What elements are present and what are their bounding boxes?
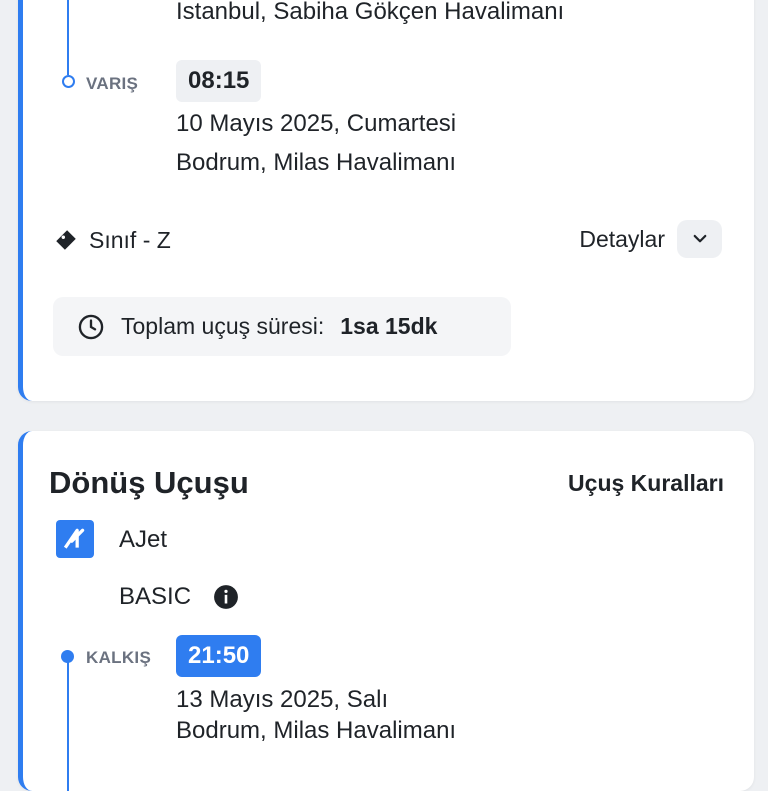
return-flight-title: Dönüş Uçuşu: [49, 465, 249, 500]
arrival-airport: Bodrum, Milas Havalimanı: [176, 149, 457, 176]
fare-type: BASIC: [119, 583, 239, 611]
return-flight-card: Dönüş Uçuşu Uçuş Kuralları AJet BASIC KA…: [18, 431, 754, 791]
flight-rules-link[interactable]: Uçuş Kuralları: [568, 470, 724, 497]
arrival-dot: [62, 75, 75, 88]
fare-type-label: BASIC: [119, 583, 192, 610]
departure-time: 21:50: [176, 635, 262, 677]
timeline-line: [67, 659, 69, 791]
arrival-time: 08:15: [176, 60, 262, 102]
timeline-line: [67, 0, 69, 75]
departure-label: KALKIŞ: [86, 648, 152, 667]
airline-name: AJet: [119, 526, 168, 553]
duration-value: 1sa 15dk: [340, 313, 438, 339]
details-toggle[interactable]: Detaylar: [579, 220, 722, 258]
info-icon[interactable]: [213, 584, 239, 610]
ajet-logo: [56, 520, 94, 558]
total-duration: Toplam uçuş süresi: 1sa 15dk: [53, 297, 511, 356]
departure-airport: İstanbul, Sabiha Gökçen Havalimanı: [176, 0, 565, 25]
fare-class-label: Sınıf - Z: [89, 226, 171, 253]
departure-airport: Bodrum, Milas Havalimanı: [176, 717, 457, 744]
details-label: Detaylar: [579, 225, 665, 252]
clock-icon: [77, 313, 105, 341]
arrival-date: 10 Mayıs 2025, Cumartesi: [176, 110, 457, 137]
arrival-label: VARIŞ: [86, 74, 139, 93]
ticket-icon: [53, 227, 81, 253]
fare-class: Sınıf - Z: [53, 225, 171, 255]
chevron-down-icon[interactable]: [677, 220, 722, 258]
departure-date: 13 Mayıs 2025, Salı: [176, 686, 389, 713]
duration-label: Toplam uçuş süresi:: [121, 313, 325, 339]
outbound-flight-card: İstanbul, Sabiha Gökçen Havalimanı VARIŞ…: [18, 0, 754, 401]
